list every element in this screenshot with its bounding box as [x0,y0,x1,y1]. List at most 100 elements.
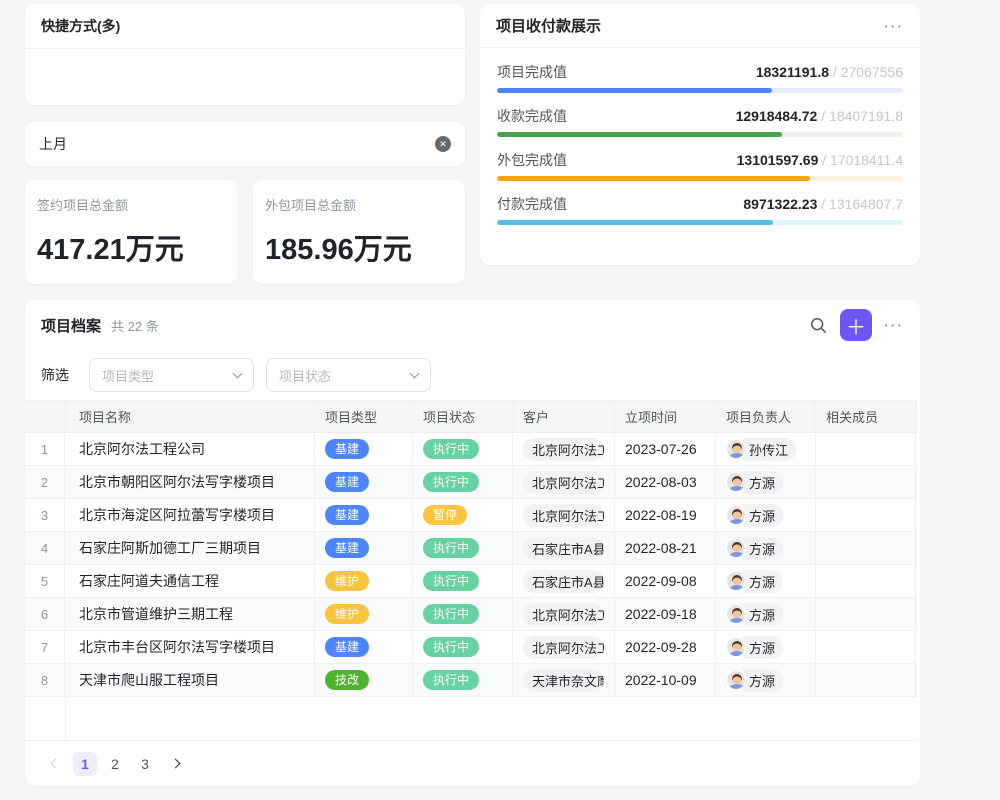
related-members [816,565,916,597]
project-name: 北京市丰台区阿尔法写字楼项目 [65,631,315,663]
project-status-tag: 执行中 [423,670,479,690]
project-status-tag: 执行中 [423,571,479,591]
project-type-tag: 基建 [325,637,369,657]
page-number[interactable]: 3 [133,752,157,776]
table-row[interactable]: 1 北京阿尔法工程公司 基建 执行中 北京阿尔法工程公司 2023-07-26 … [25,433,917,466]
shortcut-card-title: 快捷方式(多) [41,16,120,36]
project-name: 北京阿尔法工程公司 [65,433,315,465]
progress-row: 项目完成值 18321191.8 / 27067556 [497,62,903,93]
progress-label: 项目完成值 [497,62,567,82]
customer-tag: 石家庄市A县项目 [523,570,604,593]
project-status-tag: 暂停 [423,505,467,525]
column-header: 项目类型 [315,401,413,432]
owner-chip: 方源 [726,471,783,494]
row-number: 8 [25,664,65,696]
table-row[interactable]: 2 北京市朝阳区阿尔法写字楼项目 基建 执行中 北京阿尔法工程公司 2022-0… [25,466,917,499]
stat-value: 185.96万元 [265,226,453,268]
customer-tag: 北京阿尔法工程公司 [523,471,604,494]
related-members [816,631,916,663]
table-row[interactable]: 8 天津市爬山服工程项目 技改 执行中 天津市奈文摩尔 2022-10-09 方… [25,664,917,697]
stat-value: 417.21万元 [37,226,225,268]
table-row[interactable]: 5 石家庄阿道夫通信工程 维护 执行中 石家庄市A县项目 2022-09-08 … [25,565,917,598]
project-type-tag: 基建 [325,439,369,459]
start-date: 2022-10-09 [615,664,716,696]
customer-tag: 北京阿尔法工程公司 [523,603,604,626]
start-date: 2022-09-08 [615,565,716,597]
progress-track [497,88,903,93]
progress-list: 项目完成值 18321191.8 / 27067556 收款完成值 129184… [480,48,920,225]
column-header: 项目状态 [413,401,513,432]
owner-chip: 方源 [726,504,783,527]
prev-page-icon[interactable] [43,752,67,776]
owner-chip: 方源 [726,636,783,659]
start-date: 2022-09-28 [615,631,716,663]
progress-row: 收款完成值 12918484.72 / 18407191.8 [497,106,903,137]
progress-values: 13101597.69 / 17018411.4 [737,152,903,168]
avatar [726,538,746,558]
start-date: 2022-09-18 [615,598,716,630]
avatar [726,670,746,690]
related-members [816,466,916,498]
project-name: 石家庄阿斯加德工厂三期项目 [65,532,315,564]
project-type-tag: 基建 [325,472,369,492]
row-number: 4 [25,532,65,564]
chevron-down-icon [410,368,420,378]
progress-row: 外包完成值 13101597.69 / 17018411.4 [497,150,903,181]
page-number[interactable]: 1 [73,752,97,776]
table-row[interactable]: 3 北京市海淀区阿拉蕾写字楼项目 基建 暂停 北京阿尔法工程公司 2022-08… [25,499,917,532]
next-page-icon[interactable] [163,752,187,776]
record-count: 共 22 条 [111,316,159,335]
avatar [726,505,746,525]
project-status-dropdown[interactable]: 项目状态 [266,358,431,392]
filter-chip-label: 上月 [39,134,67,154]
table-row[interactable]: 4 石家庄阿斯加德工厂三期项目 基建 执行中 石家庄市A县项目 2022-08-… [25,532,917,565]
owner-chip: 孙传江 [726,438,796,461]
progress-values: 8971322.23 / 13164807.7 [743,196,903,212]
start-date: 2022-08-21 [615,532,716,564]
project-type-tag: 技改 [325,670,369,690]
progress-label: 收款完成值 [497,106,567,126]
column-header: 相关成员 [816,401,916,432]
stat-label: 外包项目总金额 [265,195,453,214]
progress-track [497,220,903,225]
project-archive-card: 项目档案 共 22 条 ＋ ··· 筛选 项目类型 项目状态 项目名 [25,300,920,786]
progress-fill [497,176,810,181]
project-status-tag: 执行中 [423,439,479,459]
close-circle-icon[interactable]: ✕ [435,136,451,152]
project-name: 石家庄阿道夫通信工程 [65,565,315,597]
start-date: 2023-07-26 [615,433,716,465]
filter-chip[interactable]: 上月 ✕ [25,122,465,166]
project-type-dropdown[interactable]: 项目类型 [89,358,254,392]
ellipsis-icon[interactable]: ··· [884,18,904,34]
column-header: 项目负责人 [716,401,816,432]
project-status-tag: 执行中 [423,472,479,492]
progress-label: 外包完成值 [497,150,567,170]
start-date: 2022-08-19 [615,499,716,531]
ellipsis-icon[interactable]: ··· [884,317,904,333]
page-number[interactable]: 2 [103,752,127,776]
related-members [816,532,916,564]
stat-card-signed-total: 签约项目总金额 417.21万元 [25,180,237,284]
column-header: 项目名称 [65,401,315,432]
avatar [726,439,746,459]
customer-tag: 石家庄市A县项目 [523,537,604,560]
row-number: 5 [25,565,65,597]
project-type-tag: 基建 [325,538,369,558]
shortcut-card: 快捷方式(多) [25,4,465,105]
customer-tag: 北京阿尔法工程公司 [523,438,604,461]
table-row[interactable]: 7 北京市丰台区阿尔法写字楼项目 基建 执行中 北京阿尔法工程公司 2022-0… [25,631,917,664]
payment-card-title: 项目收付款展示 [496,15,601,36]
related-members [816,499,916,531]
table-row[interactable]: 6 北京市管道维护三期工程 维护 执行中 北京阿尔法工程公司 2022-09-1… [25,598,917,631]
stat-label: 签约项目总金额 [37,195,225,214]
project-type-tag: 基建 [325,505,369,525]
progress-values: 18321191.8 / 27067556 [756,64,903,80]
row-number: 1 [25,433,65,465]
project-table: 项目名称项目类型项目状态客户立项时间项目负责人相关成员1 北京阿尔法工程公司 基… [25,400,917,697]
avatar [726,604,746,624]
search-icon[interactable] [804,311,832,339]
row-number: 2 [25,466,65,498]
add-record-button[interactable]: ＋ [840,309,872,341]
customer-tag: 北京阿尔法工程公司 [523,504,604,527]
related-members [816,433,916,465]
